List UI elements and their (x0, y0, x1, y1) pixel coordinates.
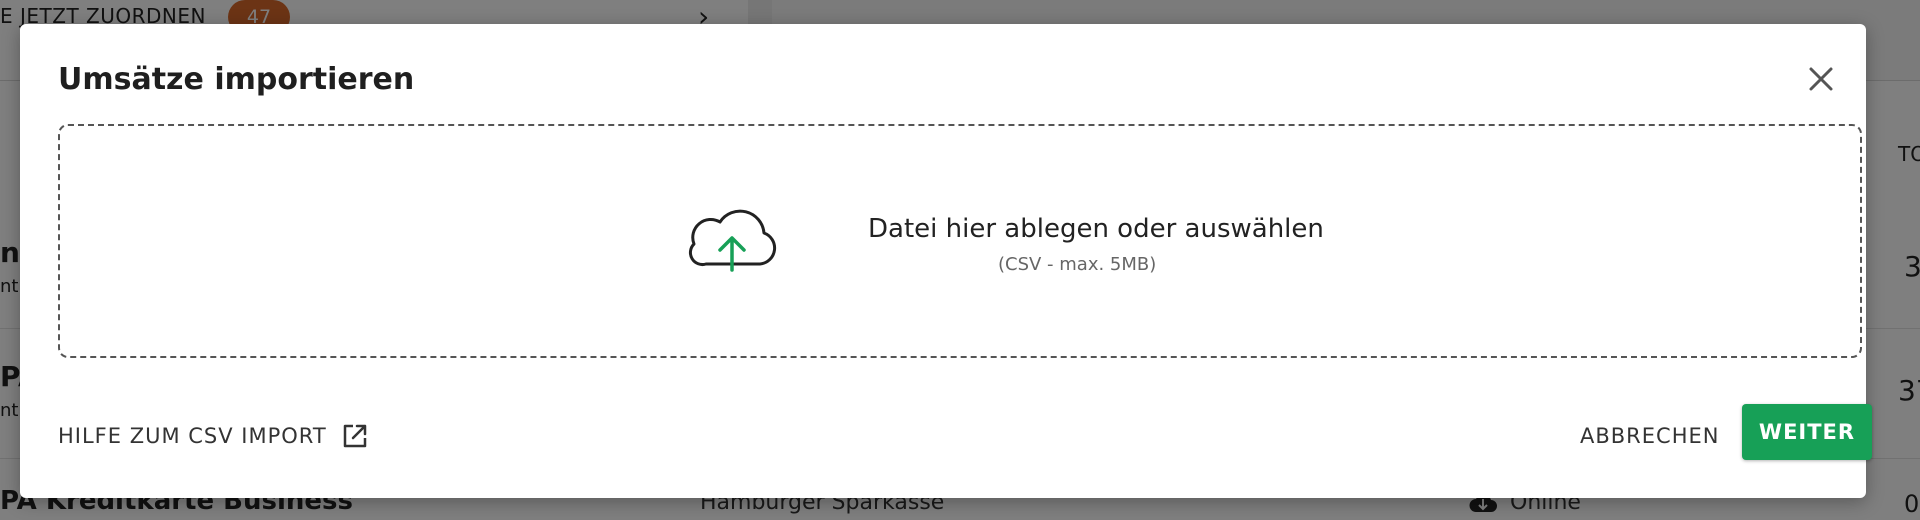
external-link-icon (343, 424, 366, 448)
help-link-label: HILFE ZUM CSV IMPORT (58, 424, 327, 448)
file-dropzone[interactable]: Datei hier ablegen oder auswählen (CSV -… (58, 124, 1862, 358)
next-button[interactable]: WEITER (1742, 404, 1872, 460)
dialog-title: Umsätze importieren (58, 62, 415, 97)
dropzone-instruction: Datei hier ablegen oder auswählen (868, 214, 1324, 244)
cloud-upload-icon (688, 209, 777, 272)
close-icon[interactable] (1806, 64, 1836, 94)
dropzone-file-hint: (CSV - max. 5MB) (998, 254, 1157, 275)
csv-import-help-link[interactable]: HILFE ZUM CSV IMPORT (58, 422, 369, 450)
cancel-button[interactable]: ABBRECHEN (1580, 418, 1719, 454)
import-dialog: Umsätze importieren Datei hier ablegen o… (20, 24, 1872, 498)
